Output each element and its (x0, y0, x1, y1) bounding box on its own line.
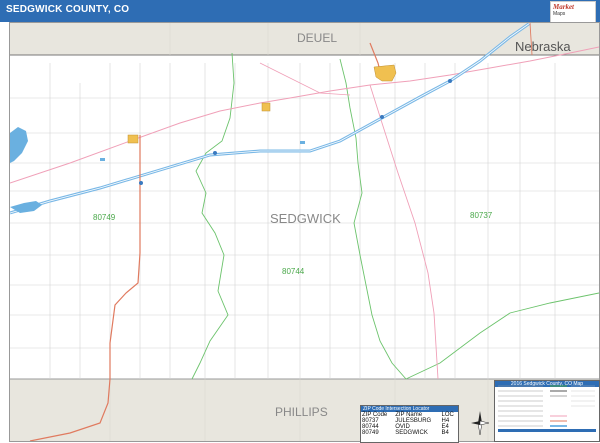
zip-label-80749: 80749 (93, 213, 116, 222)
logo: Market Maps (550, 1, 596, 23)
state-label: Nebraska (515, 39, 571, 54)
main-county-label: SEDGWICK (270, 211, 341, 226)
zip-label-80744: 80744 (282, 267, 305, 276)
lake-west (10, 127, 28, 163)
zip-label-80737: 80737 (470, 211, 493, 220)
table-row: 80749 SEDGWICK B4 (361, 430, 458, 436)
zip-code-cell: 80749 (362, 430, 379, 436)
state-highway-2 (369, 84, 439, 380)
south-county-label: PHILLIPS (275, 405, 328, 419)
title-bar: SEDGWICK COUNTY, CO Market Maps (0, 0, 600, 23)
town-sedgwick (127, 134, 139, 144)
zip-boundaries (191, 52, 599, 380)
compass-rose-icon (471, 411, 490, 436)
map-svg (10, 23, 599, 441)
logo-line1: Market (553, 3, 574, 11)
north-county-label: DEUEL (297, 31, 338, 45)
zip-loc-cell: B4 (441, 430, 449, 436)
town-julesburg (373, 64, 397, 82)
map-canvas[interactable]: DEUEL Nebraska SEDGWICK PHILLIPS 80749 8… (9, 22, 600, 442)
legend-entries (498, 385, 596, 432)
town-ovid (261, 102, 271, 112)
zip-name-cell: SEDGWICK (395, 430, 428, 436)
state-highway (10, 46, 599, 184)
logo-line2: Maps (553, 11, 566, 17)
zip-locator-table: ZIP Code Intersection Locator ZIP Code Z… (360, 405, 459, 443)
zip-table: ZIP Code ZIP Name LOC 80737 JULESBURG H4… (361, 412, 458, 436)
map-title: SEDGWICK COUNTY, CO (6, 4, 130, 15)
map-legend: 2016 Sedgwick County, CO Map (494, 380, 600, 442)
